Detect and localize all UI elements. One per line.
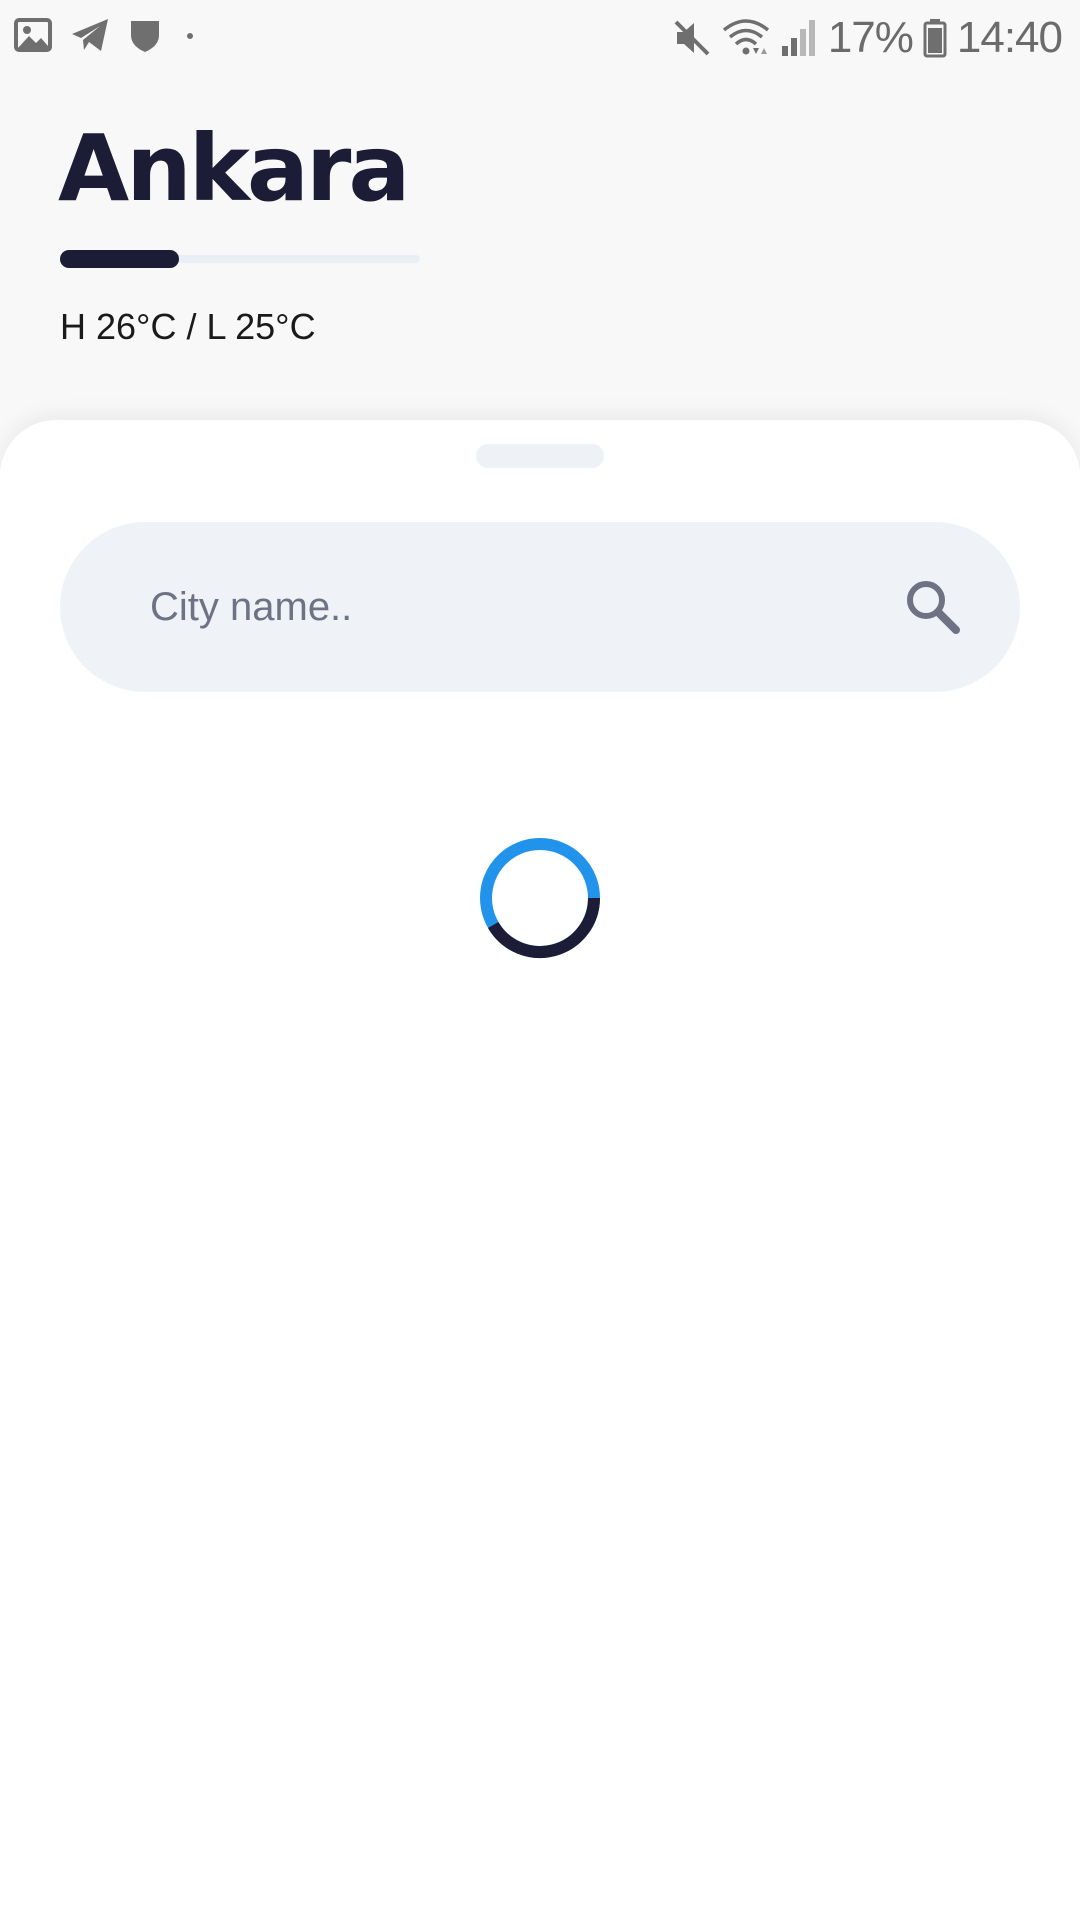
loading-progress-bar [60, 250, 420, 268]
bottom-sheet[interactable] [0, 420, 1080, 1920]
gallery-icon [14, 18, 52, 52]
battery-percent: 17% [827, 13, 914, 62]
loading-spinner-icon [480, 838, 600, 959]
clock: 14:40 [956, 13, 1063, 62]
temperature-range: H 26°C / L 25°C [60, 306, 316, 347]
system-indicators: 17% 14:40 [672, 10, 1063, 66]
search-bar[interactable] [60, 522, 1020, 692]
search-input[interactable] [150, 522, 850, 692]
telegram-icon [72, 19, 108, 51]
battery-icon [923, 19, 947, 58]
loading-progress-fill [60, 250, 179, 268]
city-title: Ankara [58, 115, 410, 222]
signal-icon [781, 20, 815, 56]
wifi-icon [722, 19, 769, 55]
shield-icon [131, 21, 159, 52]
mute-icon [674, 20, 710, 56]
spinner-dark-arc [488, 897, 600, 959]
dot-icon [187, 33, 193, 39]
status-bar: 17% 14:40 [0, 0, 1080, 76]
notification-icons [14, 16, 200, 54]
sheet-drag-handle[interactable] [476, 444, 604, 468]
search-icon[interactable] [900, 574, 964, 638]
